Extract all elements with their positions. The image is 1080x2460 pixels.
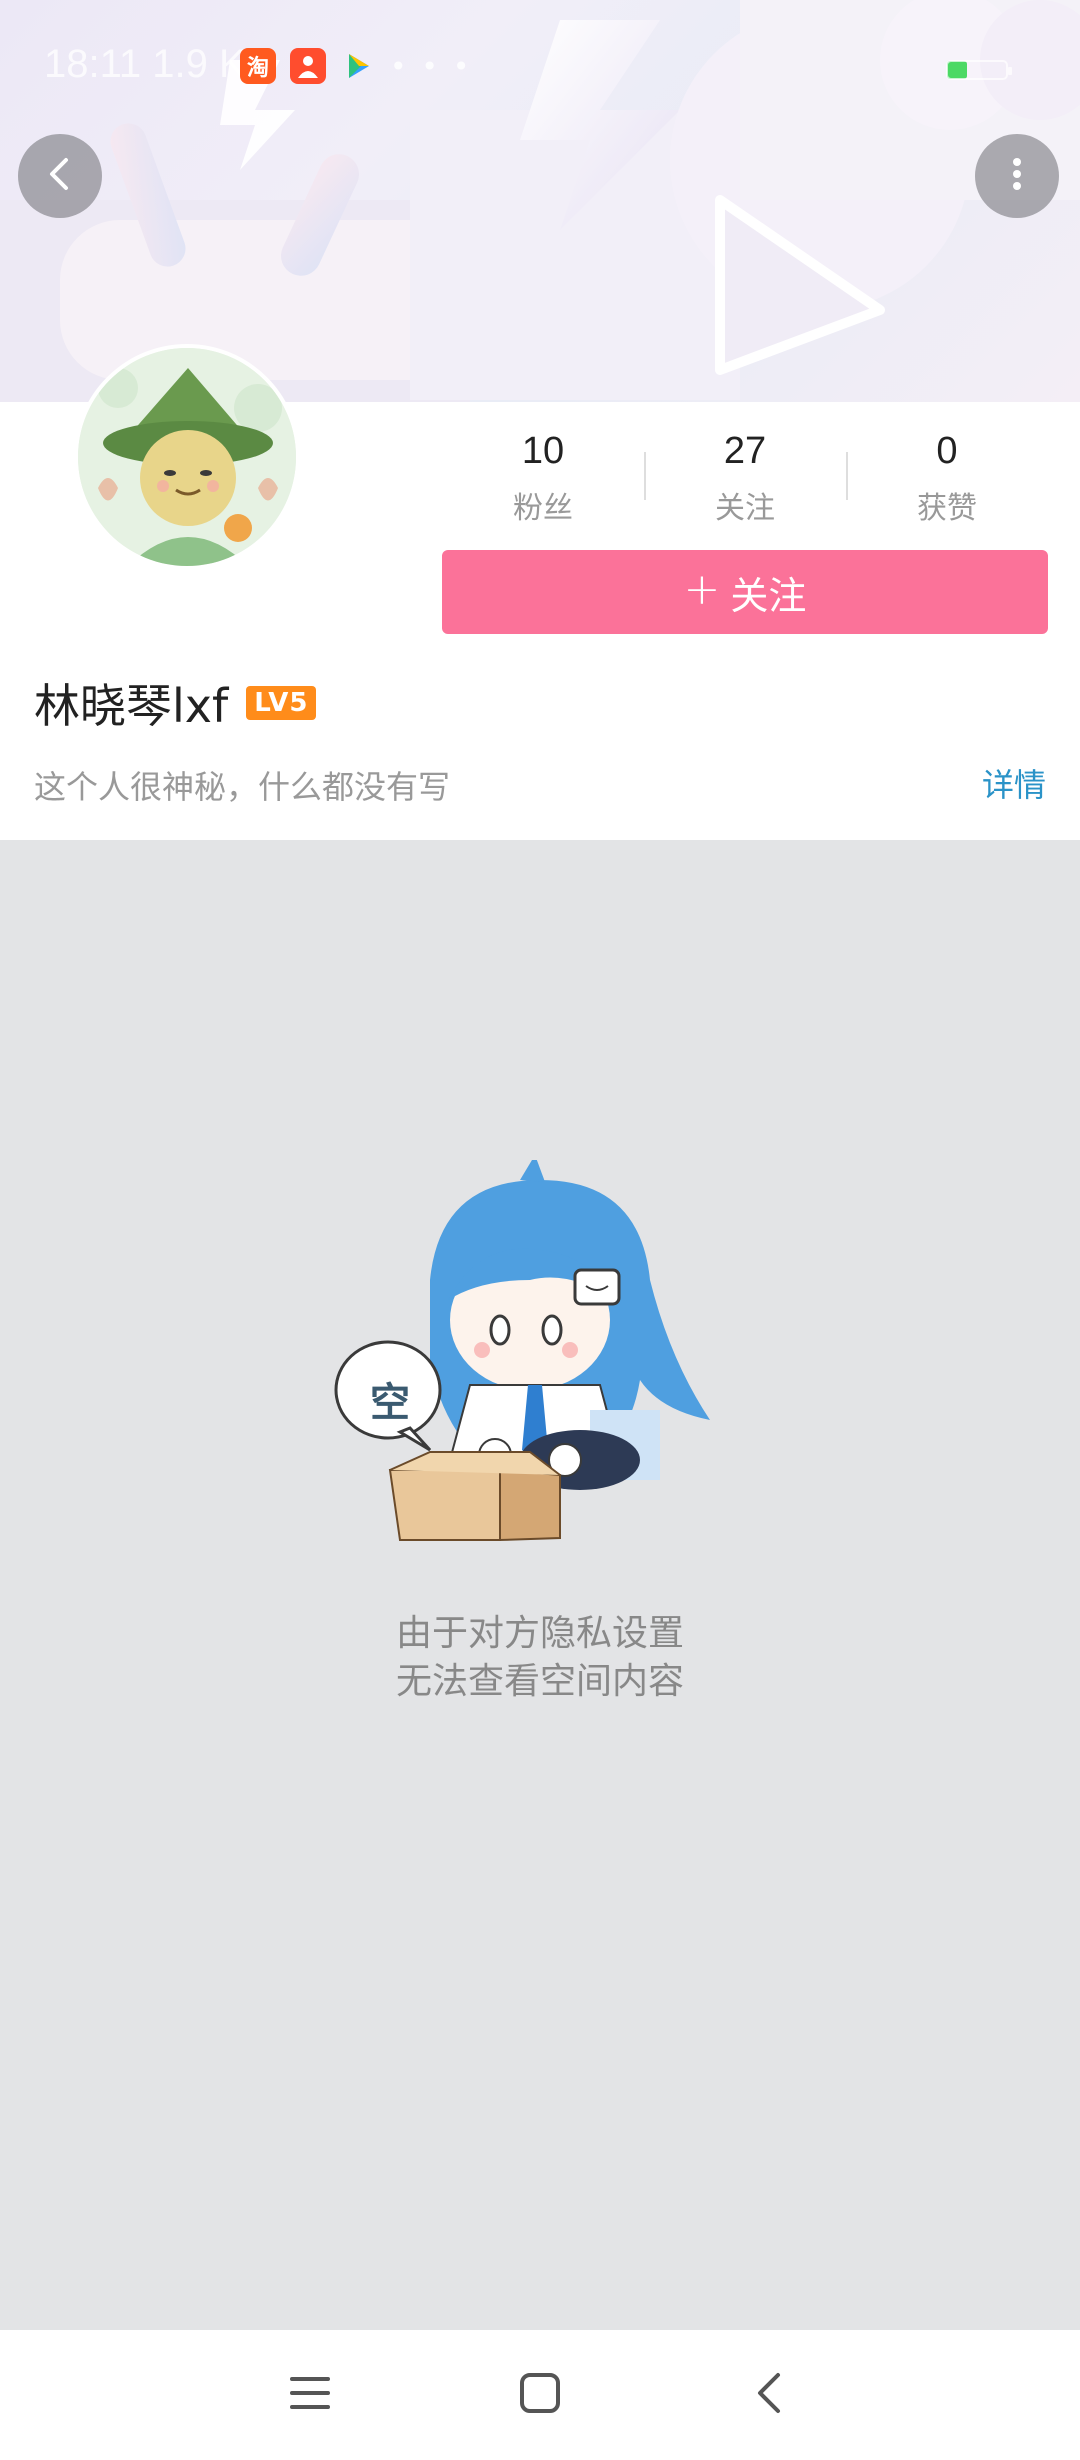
username: 林晓琴lxf [34, 679, 229, 733]
stat-following[interactable]: 27 关注 [644, 422, 846, 532]
stat-followers[interactable]: 10 粉丝 [442, 422, 644, 532]
stat-label: 粉丝 [513, 491, 573, 526]
empty-state-message: 由于对方隐私设置 无法查看空间内容 [0, 1610, 1080, 1706]
chevron-left-icon [40, 154, 80, 198]
empty-message-line1: 由于对方隐私设置 [395, 1613, 684, 1654]
menu-icon [288, 2373, 332, 2417]
follow-label: 关注 [730, 573, 807, 618]
stat-value: 10 [521, 430, 565, 472]
plus-icon: + [683, 564, 721, 615]
status-more-dots: • • • [390, 49, 473, 83]
vertical-dots-icon [997, 154, 1037, 198]
home-icon [518, 2371, 562, 2419]
battery-icon [946, 58, 1016, 84]
profile-stats: 10 粉丝 27 关注 0 获赞 [442, 422, 1048, 532]
stat-value: 0 [936, 430, 958, 472]
stat-label: 关注 [715, 491, 775, 526]
system-nav-bar [0, 2330, 1080, 2460]
stat-divider [644, 452, 646, 500]
level-badge: LV5 [246, 686, 317, 720]
avatar-illustration [78, 348, 296, 566]
home-button[interactable] [510, 2365, 570, 2425]
status-app-icons: 淘 • • • [240, 48, 472, 84]
empty-space-area: 空 由于对方隐私设置 无法查看空间内容 [0, 840, 1080, 2330]
system-back-button[interactable] [740, 2365, 800, 2425]
avatar[interactable] [74, 344, 300, 570]
play-store-icon [340, 48, 376, 84]
stat-label: 获赞 [917, 491, 977, 526]
follow-button[interactable]: + 关注 [442, 550, 1048, 634]
speech-bubble-text: 空 [370, 1380, 410, 1426]
username-row: 林晓琴lxf LV5 [34, 670, 317, 736]
stat-value: 27 [723, 430, 767, 472]
empty-message-line2: 无法查看空间内容 [395, 1661, 684, 1702]
details-link[interactable]: 详情 [982, 760, 1046, 806]
menu-button[interactable] [280, 2365, 340, 2425]
bio-text: 这个人很神秘，什么都没有写 [34, 768, 451, 806]
status-bar: 18:11 1.9 K/s 淘 • • • [0, 0, 1080, 130]
back-icon [750, 2371, 790, 2419]
more-options-button[interactable] [975, 134, 1059, 218]
profile-banner: 18:11 1.9 K/s 淘 • • • [0, 0, 1080, 402]
taobao-app-icon: 淘 [240, 48, 276, 84]
stat-divider [846, 452, 848, 500]
back-button[interactable] [18, 134, 102, 218]
people-app-icon [290, 48, 326, 84]
stat-likes[interactable]: 0 获赞 [846, 422, 1048, 532]
